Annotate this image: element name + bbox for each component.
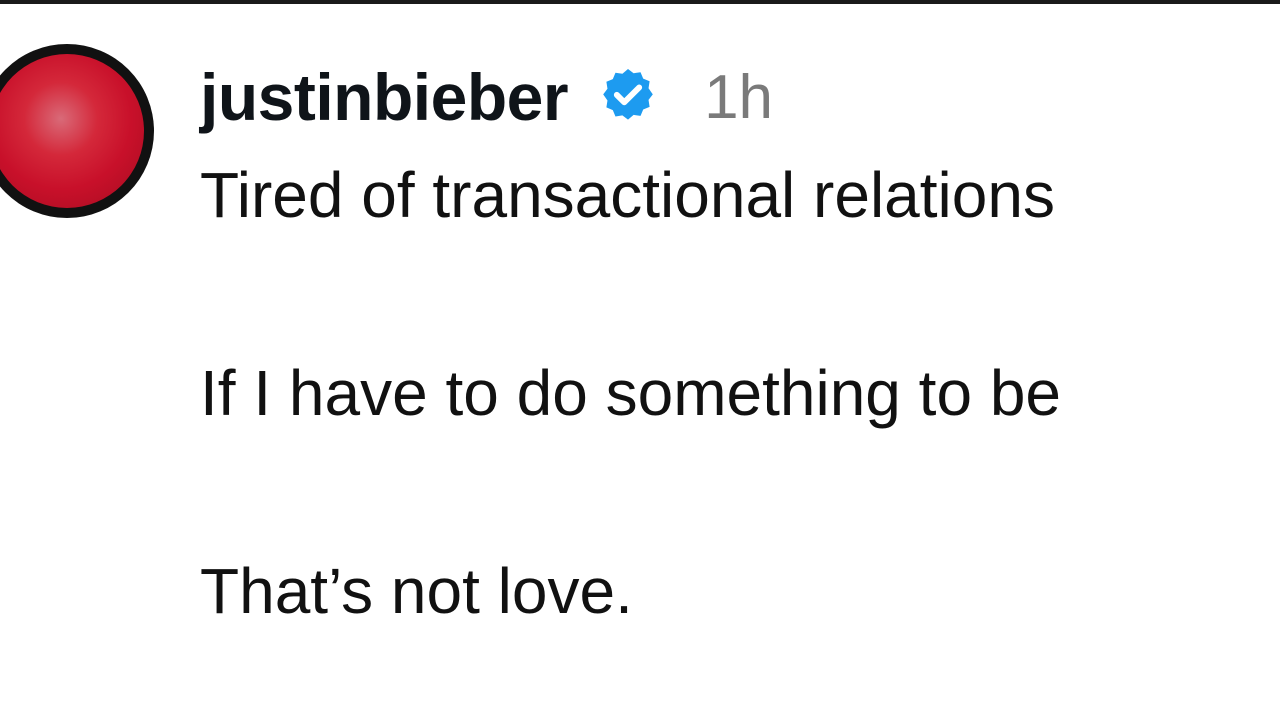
username-link[interactable]: justinbieber bbox=[200, 59, 569, 135]
top-border bbox=[0, 0, 1280, 4]
post-text-line: That’s not love. bbox=[200, 555, 633, 627]
avatar-image bbox=[0, 54, 144, 208]
post-header: justinbieber 1h bbox=[200, 52, 773, 142]
post-screenshot: justinbieber 1h Tired of transactional r… bbox=[0, 0, 1280, 720]
avatar[interactable] bbox=[0, 44, 154, 218]
post-timestamp[interactable]: 1h bbox=[704, 62, 773, 133]
post-text-line: Tired of transactional relations bbox=[200, 159, 1055, 231]
post-text-line: If I have to do something to be bbox=[200, 357, 1061, 429]
verified-badge-icon bbox=[596, 65, 660, 129]
